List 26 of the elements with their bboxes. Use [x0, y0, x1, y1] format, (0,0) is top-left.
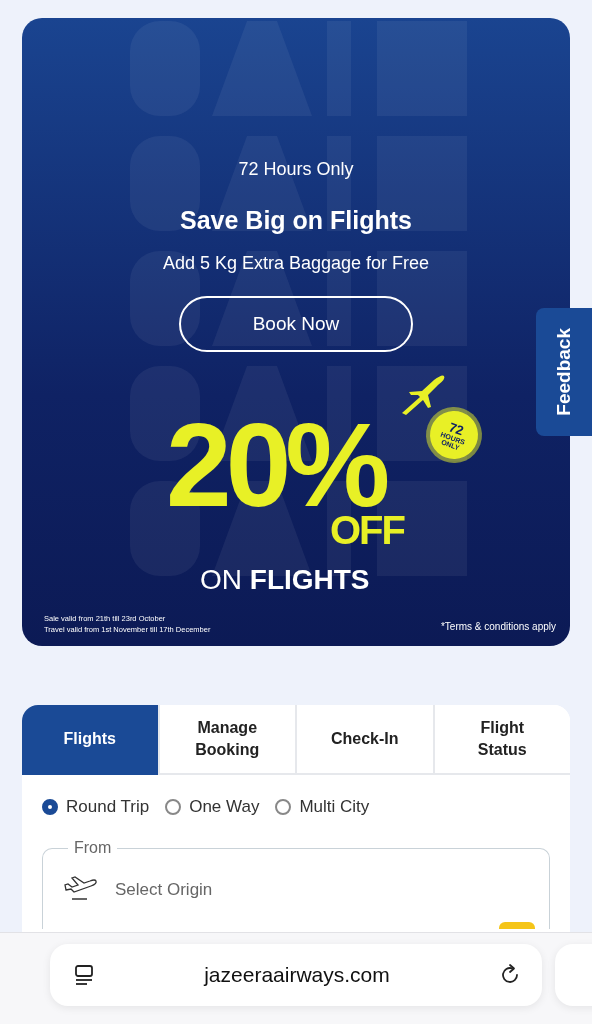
- option-label: One Way: [189, 797, 260, 817]
- trip-type-option[interactable]: Multi City: [275, 797, 370, 817]
- origin-input[interactable]: Select Origin: [113, 879, 417, 901]
- url-text: jazeeraairways.com: [204, 963, 390, 987]
- radio-icon[interactable]: [275, 799, 292, 815]
- field-label: From: [73, 839, 113, 857]
- takeoff-icon: [63, 874, 99, 902]
- booking-tab[interactable]: Flights: [22, 705, 158, 775]
- option-label: Round Trip: [66, 797, 150, 817]
- reader-icon[interactable]: [72, 963, 96, 987]
- address-bar[interactable]: jazeeraairways.com: [50, 944, 542, 1006]
- radio-icon[interactable]: [42, 799, 58, 815]
- radio-icon[interactable]: [165, 799, 182, 815]
- option-label: Multi City: [299, 797, 370, 817]
- banner-eyebrow: 72 Hours Only: [238, 159, 354, 180]
- banner-subline: Add 5 Kg Extra Baggage for Free: [162, 253, 430, 274]
- book-now-button[interactable]: Book Now: [179, 296, 413, 352]
- booking-tab[interactable]: Flight Status: [432, 705, 570, 775]
- trip-type-option[interactable]: Round Trip: [42, 797, 150, 817]
- on-flights-text: ON FLIGHTS: [200, 564, 370, 596]
- feedback-tab[interactable]: Feedback: [536, 308, 592, 436]
- banner-headline: Save Big on Flights: [180, 206, 412, 235]
- booking-tab[interactable]: Check-In: [295, 705, 433, 775]
- trip-type-option[interactable]: One Way: [165, 797, 260, 817]
- booking-tab[interactable]: Manage Booking: [157, 705, 295, 775]
- terms-note: *Terms & conditions apply: [440, 621, 556, 632]
